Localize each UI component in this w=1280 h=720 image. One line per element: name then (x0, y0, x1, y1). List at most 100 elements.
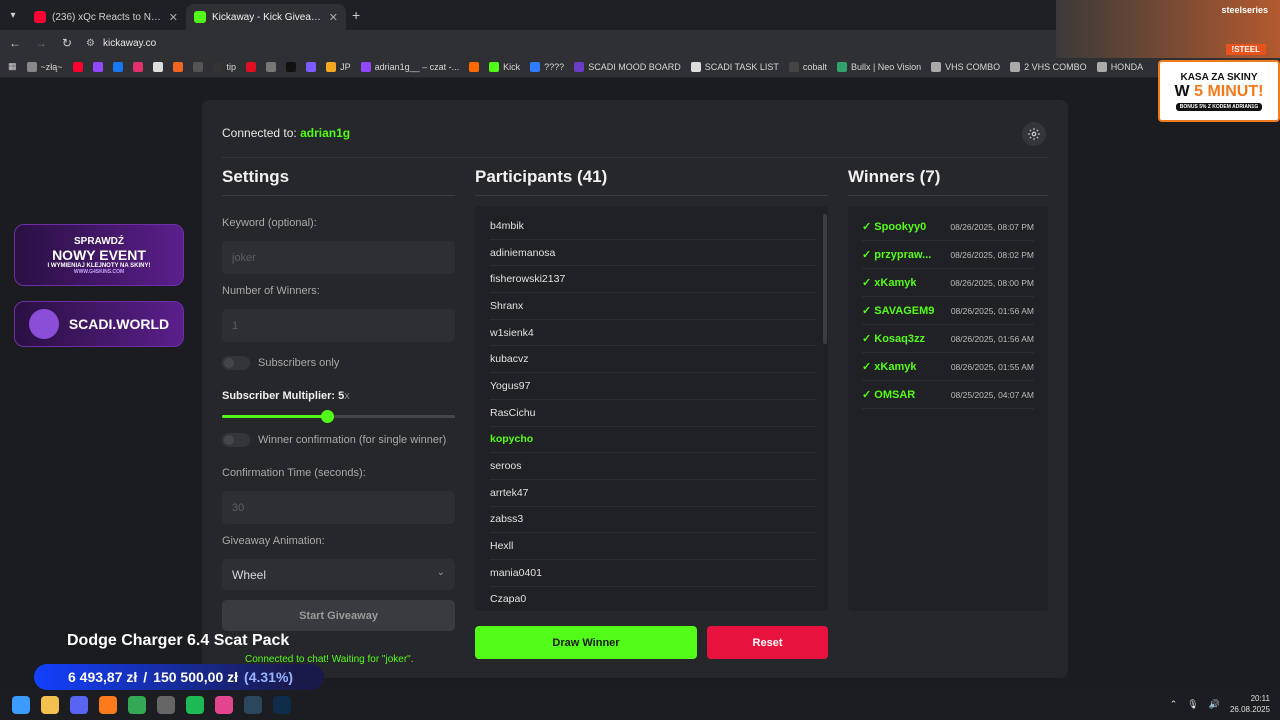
bookmark-label: 2 VHS COMBO (1024, 61, 1087, 72)
bookmark-icon (212, 61, 223, 72)
ad-w: W (1174, 82, 1190, 100)
steel-tag: !STEEL (1225, 44, 1266, 55)
bookmark-item[interactable] (469, 61, 480, 72)
animation-label: Giveaway Animation: (222, 535, 325, 547)
bookmark-item[interactable]: SCADI TASK LIST (690, 61, 779, 72)
winner-row: ✓ Spookyy0 08/26/2025, 08:07 PM (862, 213, 1034, 241)
app-icon[interactable] (215, 696, 233, 714)
bookmark-label: Bullx | Neo Vision (850, 61, 922, 72)
new-tab-plus-icon[interactable]: + (352, 7, 360, 23)
bookmark-icon (192, 61, 203, 72)
browser-tab-youtube[interactable]: (236) xQc Reacts to NEW Minec ✕ (26, 4, 186, 30)
bookmark-icon (469, 61, 480, 72)
bookmark-item[interactable] (72, 61, 83, 72)
settings-gear-icon[interactable] (1022, 122, 1046, 146)
bookmark-item[interactable] (112, 61, 123, 72)
winner-name: ✓ Spookyy0 (862, 221, 927, 233)
spotify-icon[interactable] (186, 696, 204, 714)
participants-list[interactable]: b4mbik adiniemanosa fisherowski2137 Shranx w… (475, 206, 828, 611)
winners-underline (848, 195, 1048, 196)
bookmark-icon (530, 61, 541, 72)
multiplier-slider[interactable] (222, 410, 455, 423)
bookmark-item[interactable]: JP (326, 61, 351, 72)
bookmark-icon (172, 61, 183, 72)
reset-button[interactable]: Reset (707, 626, 828, 659)
discord-icon[interactable] (70, 696, 88, 714)
site-settings-icon[interactable]: ⚙ (86, 38, 95, 49)
participant-row: b4mbik (490, 213, 816, 240)
participant-row: kopycho (490, 427, 816, 454)
bookmark-item[interactable]: 2 VHS COMBO (1010, 61, 1087, 72)
chrome-icon[interactable] (128, 696, 146, 714)
lightroom-icon[interactable] (273, 696, 291, 714)
close-icon[interactable]: ✕ (169, 11, 178, 24)
url-field[interactable]: ⚙ kickaway.co (86, 38, 156, 49)
bookmark-icon (326, 61, 337, 72)
forward-arrow-icon[interactable]: → (34, 36, 48, 50)
windows-taskbar: ⌃ 🎙 🔊 20:11 26.08.2025 (0, 690, 1280, 720)
confirm-time-input[interactable]: 30 (222, 491, 455, 524)
bookmark-item[interactable] (172, 61, 183, 72)
bookmark-item[interactable] (306, 61, 317, 72)
draw-winner-button[interactable]: Draw Winner (475, 626, 697, 659)
winner-confirmation-toggle[interactable] (222, 433, 250, 447)
bookmark-item[interactable] (92, 61, 103, 72)
ad-line-1: KASA ZA SKINY (1180, 71, 1258, 83)
bookmark-icon (574, 61, 585, 72)
back-arrow-icon[interactable]: ← (8, 36, 22, 50)
bookmark-item[interactable]: SCADI MOOD BOARD (574, 61, 681, 72)
bookmark-item[interactable]: HONDA (1096, 61, 1143, 72)
winner-date: 08/26/2025, 08:07 PM (950, 221, 1034, 232)
bookmark-item[interactable]: adrian1g__ – czat -... (360, 61, 459, 72)
winner-name: ✓ OMSAR (862, 389, 916, 401)
money-goal-bar: 6 493,87 zł / 150 500,00 zł (4.31%) (34, 664, 324, 690)
browser-tab-kickaway[interactable]: Kickaway - Kick Giveaway Tool ✕ (186, 4, 346, 30)
windows-icon[interactable] (12, 696, 30, 714)
bookmark-item[interactable]: VHS COMBO (931, 61, 1000, 72)
winner-confirmation-row: Winner confirmation (for single winner) (222, 433, 446, 447)
money-current: 6 493,87 zł (68, 669, 138, 685)
bookmark-item[interactable] (132, 61, 143, 72)
obs-icon[interactable] (157, 696, 175, 714)
start-giveaway-button[interactable]: Start Giveaway (222, 600, 455, 631)
chevron-up-icon[interactable]: ⌃ (1170, 699, 1178, 710)
vlc-icon[interactable] (99, 696, 117, 714)
bookmark-icon (132, 61, 143, 72)
confirm-time-label: Confirmation Time (seconds): (222, 467, 366, 479)
bookmark-item[interactable]: Bullx | Neo Vision (836, 61, 922, 72)
subscribers-only-row: Subscribers only (222, 356, 339, 370)
bookmark-item[interactable]: tip (212, 61, 236, 72)
bookmark-icon (152, 61, 163, 72)
bookmark-item[interactable] (152, 61, 163, 72)
clock-time: 20:11 (1250, 694, 1270, 703)
subscribers-only-toggle[interactable] (222, 356, 250, 370)
num-winners-input[interactable]: 1 (222, 309, 455, 342)
bookmark-item[interactable]: Kick (489, 61, 520, 72)
bookmark-label: ~złą~ (40, 61, 63, 72)
participants-scrollbar[interactable] (823, 214, 827, 344)
tab-search-chevron-icon[interactable]: ▾ (0, 0, 26, 30)
bookmark-icon (246, 61, 257, 72)
clock[interactable]: 20:11 26.08.2025 (1230, 693, 1270, 715)
connected-prefix: Connected to: (222, 126, 297, 140)
reload-icon[interactable]: ↻ (60, 36, 74, 50)
animation-select[interactable]: Wheel ⌄ (222, 559, 455, 590)
bookmark-item[interactable]: cobalt (788, 61, 827, 72)
speaker-icon[interactable]: 🔊 (1209, 699, 1220, 710)
bookmark-item[interactable]: ???? (530, 61, 564, 72)
bookmark-item[interactable] (246, 61, 257, 72)
keyword-input[interactable]: joker (222, 241, 455, 274)
bookmark-item[interactable]: ~złą~ (26, 61, 63, 72)
explorer-icon[interactable] (41, 696, 59, 714)
close-icon[interactable]: ✕ (329, 11, 338, 24)
bookmark-item[interactable] (192, 61, 203, 72)
apps-grid-icon[interactable]: ▦ (8, 61, 17, 72)
multiplier-text: Subscriber Multiplier: 5 (222, 390, 345, 402)
participant-row: mania0401 (490, 560, 816, 587)
bookmark-item[interactable] (266, 61, 277, 72)
microphone-icon[interactable]: 🎙 (1187, 699, 1198, 710)
steam-icon[interactable] (244, 696, 262, 714)
slider-handle[interactable] (320, 410, 334, 423)
winner-row: ✓ xKamyk 08/26/2025, 08:00 PM (862, 269, 1034, 297)
bookmark-item[interactable] (286, 61, 297, 72)
